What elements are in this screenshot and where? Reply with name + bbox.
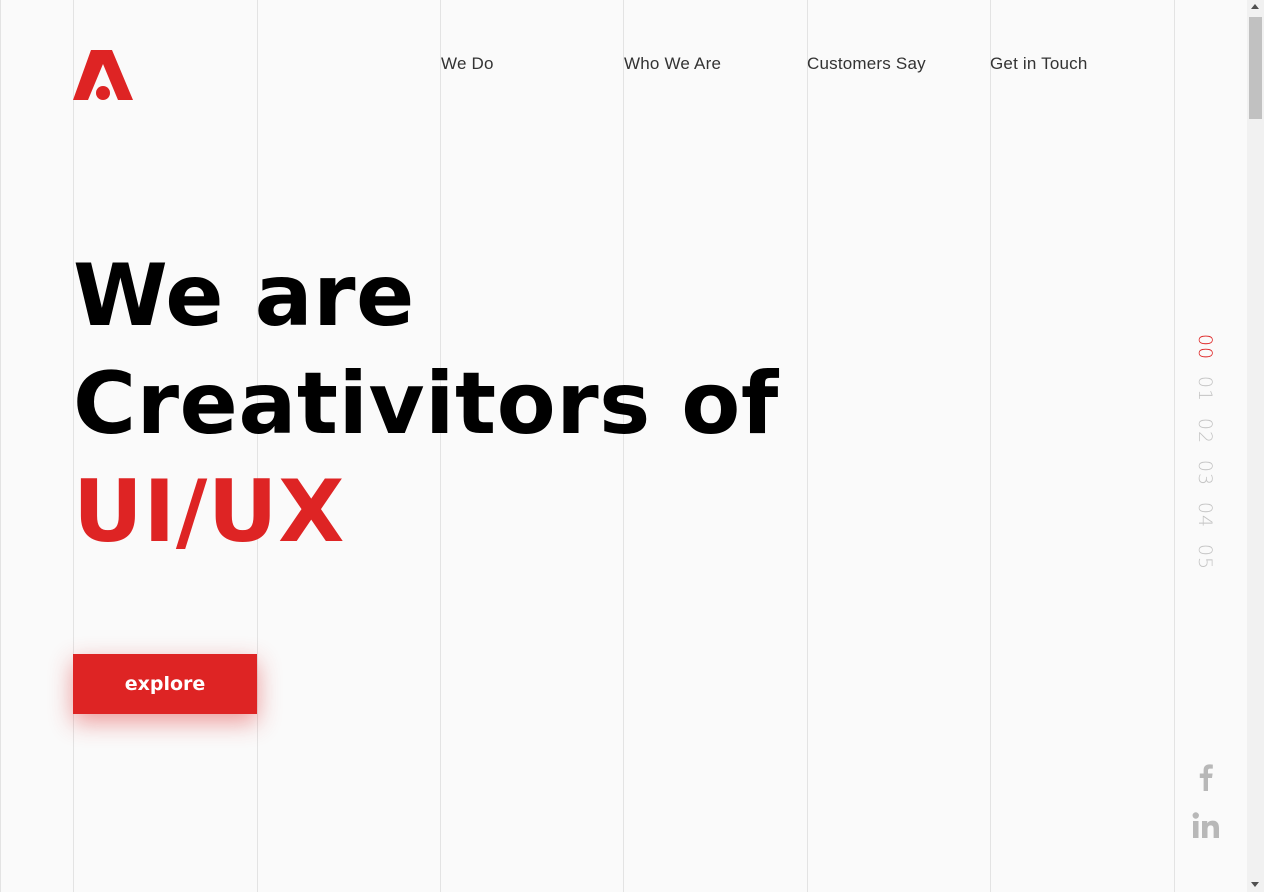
- hero-line-1: We are: [73, 246, 415, 346]
- scrollbar-thumb[interactable]: [1249, 17, 1262, 119]
- hero-line-highlight: UI/UX: [73, 462, 345, 562]
- pager-label: 02: [1194, 417, 1216, 445]
- facebook-icon[interactable]: [1190, 760, 1222, 792]
- hero-line-2: Creativitors of: [73, 354, 779, 454]
- pager-label: 01: [1194, 375, 1216, 403]
- grid-line: [1174, 0, 1175, 892]
- grid-line: [990, 0, 991, 892]
- page: We Do Who We Are Customers Say Get in To…: [0, 0, 1247, 892]
- pager-label: 04: [1194, 501, 1216, 529]
- pager-item-01[interactable]: 01: [1188, 368, 1222, 410]
- nav-who-we-are[interactable]: Who We Are: [624, 54, 721, 74]
- hero-headline: We are Creativitors of UI/UX: [73, 242, 779, 566]
- nav-we-do[interactable]: We Do: [441, 54, 494, 74]
- grid-line: [807, 0, 808, 892]
- brand-a-logo-icon[interactable]: [73, 50, 133, 100]
- pager-label: 03: [1194, 459, 1216, 487]
- nav-customers-say[interactable]: Customers Say: [807, 54, 926, 74]
- scroll-up-arrow-icon[interactable]: [1251, 4, 1259, 9]
- pager-item-00[interactable]: 00: [1188, 326, 1222, 368]
- nav-get-in-touch[interactable]: Get in Touch: [990, 54, 1088, 74]
- pager-item-04[interactable]: 04: [1188, 494, 1222, 536]
- grid-line: [0, 0, 1, 892]
- scroll-down-arrow-icon[interactable]: [1251, 882, 1259, 887]
- pager-label: 05: [1194, 543, 1216, 571]
- pager-item-05[interactable]: 05: [1188, 536, 1222, 578]
- pager-item-03[interactable]: 03: [1188, 452, 1222, 494]
- pager-item-02[interactable]: 02: [1188, 410, 1222, 452]
- pager-label: 00: [1194, 333, 1216, 361]
- explore-button[interactable]: explore: [73, 654, 257, 714]
- linkedin-icon[interactable]: [1190, 810, 1222, 842]
- section-pager: 00 01 02 03 04 05: [1188, 326, 1222, 578]
- page-scrollbar[interactable]: [1247, 0, 1264, 892]
